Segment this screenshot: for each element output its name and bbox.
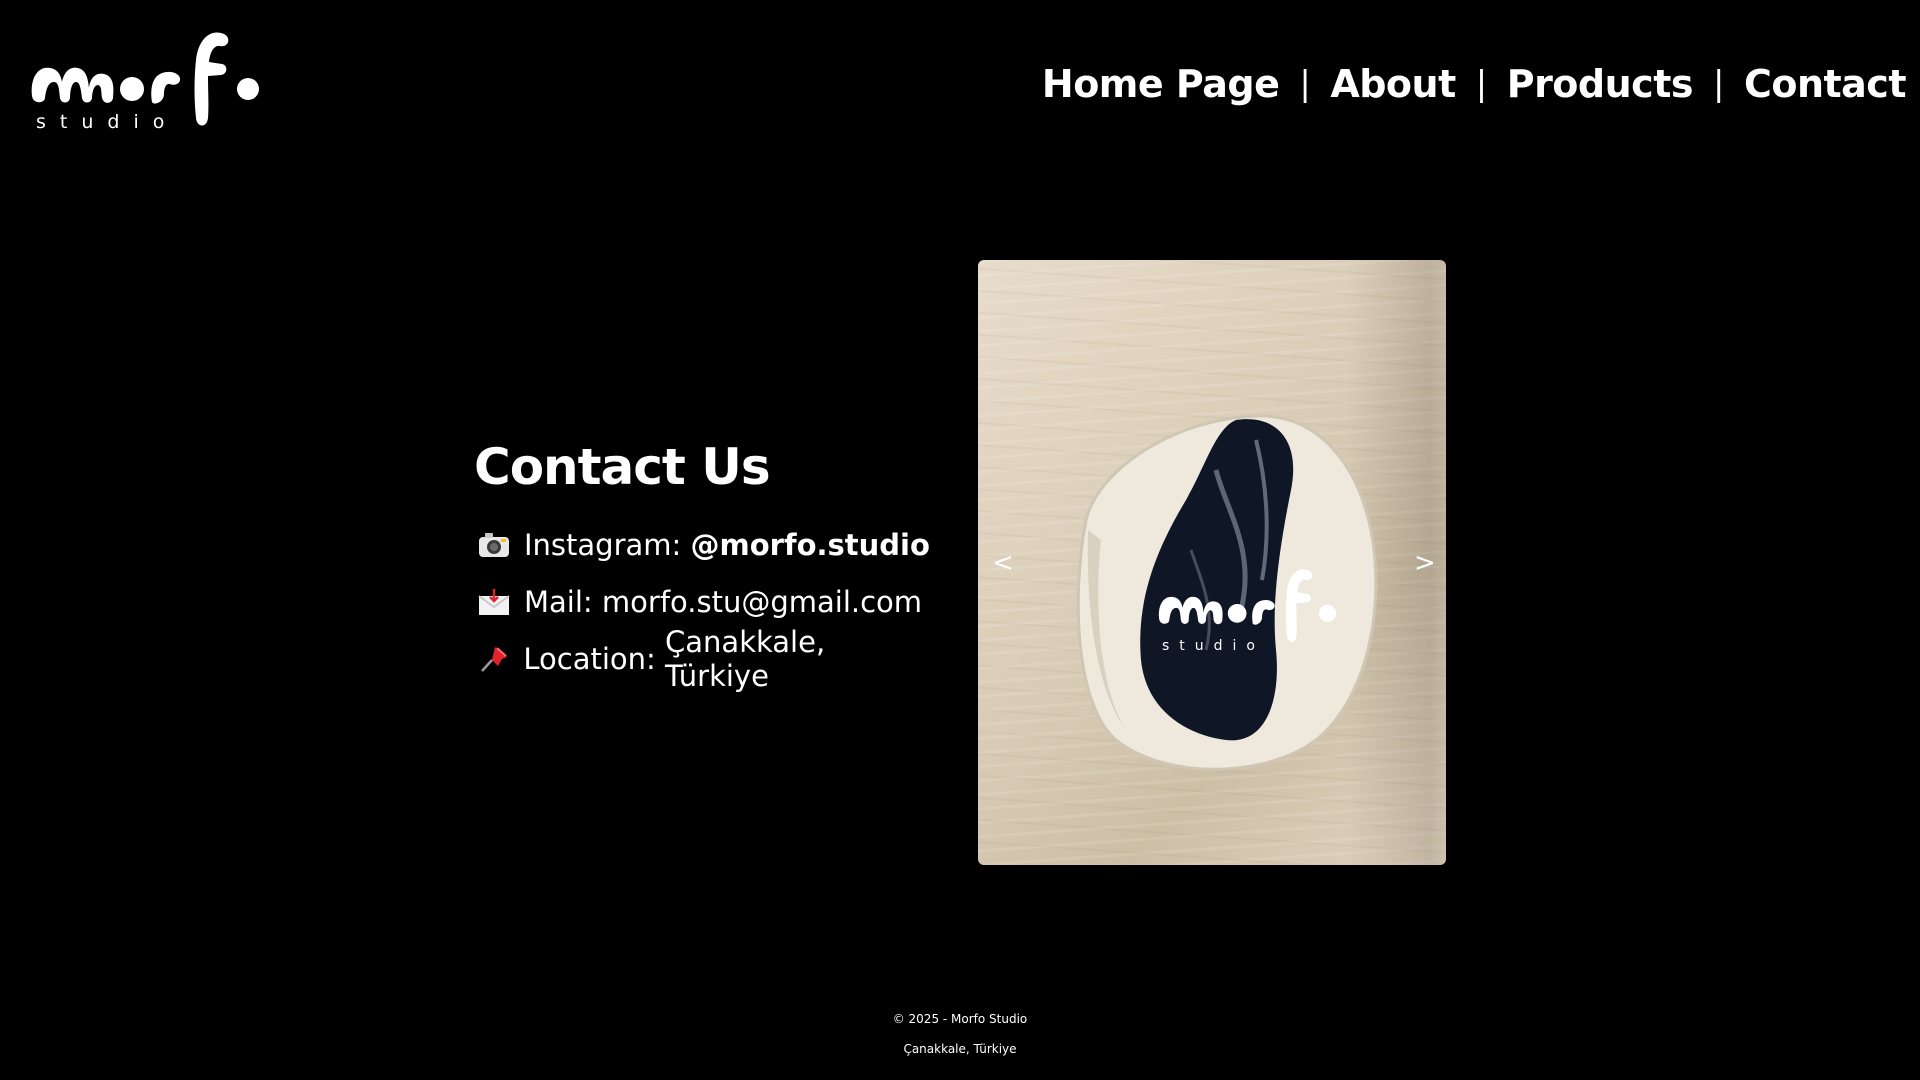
instagram-label: Instagram: xyxy=(524,527,682,562)
nav-separator: | xyxy=(1299,64,1311,104)
mail-row: Mail: morfo.stu@gmail.com xyxy=(474,573,934,630)
carousel-next-button[interactable]: > xyxy=(1414,548,1436,578)
contact-title: Contact Us xyxy=(474,438,771,496)
nav-separator: | xyxy=(1475,64,1487,104)
instagram-row: Instagram: @morfo.studio xyxy=(474,516,934,573)
image-carousel[interactable]: studio xyxy=(978,260,1446,865)
watermark-studio-text: studio xyxy=(1162,638,1265,654)
ceramic-cup-image: studio xyxy=(1076,414,1378,771)
instagram-handle-link[interactable]: @morfo.studio xyxy=(691,528,930,562)
nav-products[interactable]: Products xyxy=(1507,62,1694,106)
envelope-icon xyxy=(474,585,514,619)
footer: © 2025 - Morfo Studio Çanakkale, Türkiye xyxy=(0,1008,1920,1068)
mail-label: Mail: xyxy=(524,584,593,619)
nav-home[interactable]: Home Page xyxy=(1042,62,1280,106)
camera-icon xyxy=(474,528,514,562)
pushpin-icon xyxy=(474,642,513,676)
location-row: Location: Çanakkale, Türkiye xyxy=(474,625,934,693)
footer-location: Çanakkale, Türkiye xyxy=(903,1042,1017,1056)
main-nav: Home Page | About | Products | Contact xyxy=(1042,62,1907,106)
nav-about[interactable]: About xyxy=(1330,62,1456,106)
contact-page: studio Home Page | About | Products | Co… xyxy=(0,0,1920,1080)
location-value: Çanakkale, Türkiye xyxy=(665,624,826,693)
contact-section: Contact Us Instagram: @morfo.studio Mail… xyxy=(474,438,934,693)
nav-separator: | xyxy=(1712,64,1724,104)
morfo-studio-logo[interactable]: studio xyxy=(28,18,264,130)
nav-contact[interactable]: Contact xyxy=(1744,62,1907,106)
location-label: Location: xyxy=(523,641,656,676)
mail-address[interactable]: morfo.stu@gmail.com xyxy=(602,585,922,619)
footer-copyright: © 2025 - Morfo Studio xyxy=(892,1012,1028,1026)
carousel-prev-button[interactable]: < xyxy=(992,548,1014,578)
logo-studio-text: studio xyxy=(36,111,178,130)
